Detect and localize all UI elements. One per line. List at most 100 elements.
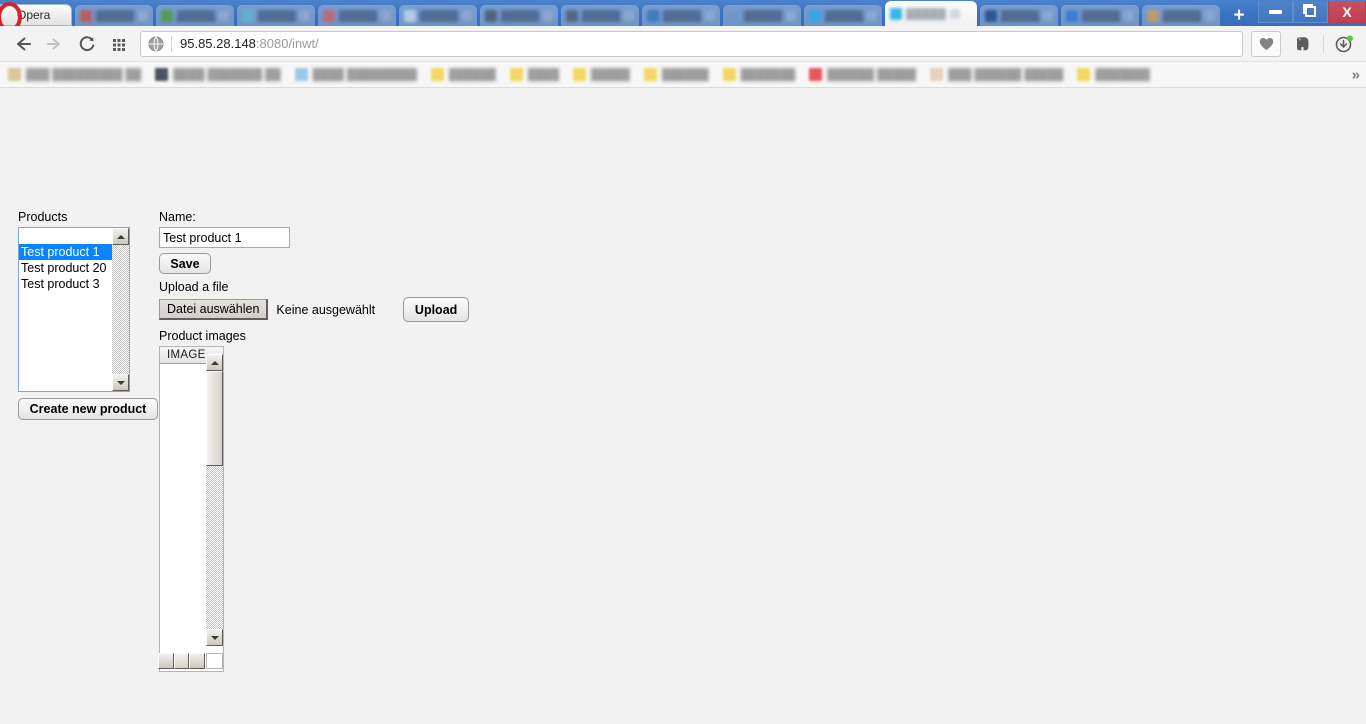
tab-title: █████ [420,9,458,22]
maximize-button[interactable] [1293,1,1328,23]
browser-tab[interactable]: ███████ [480,5,558,26]
address-bar[interactable]: 95.85.28.148:8080/inwt/ [140,30,1243,57]
arrow-up-icon [210,360,219,365]
images-vertical-scrollbar[interactable] [206,354,223,646]
tab-close-icon[interactable] [867,10,877,21]
new-tab-button[interactable]: + [1226,4,1252,26]
product-list-item[interactable]: Test product 1 [19,244,112,260]
tab-close-icon[interactable] [300,10,310,21]
scroll-track[interactable] [112,245,129,374]
products-list[interactable]: Test product 1 Test product 20 Test produc… [19,228,112,391]
scroll-up-button[interactable] [112,228,129,245]
browser-tab[interactable]: ██████ [980,5,1058,26]
bookmark-item[interactable]: ██████ [643,65,709,85]
images-horizontal-scrollbar[interactable] [158,653,205,669]
tab-close-icon[interactable] [138,10,148,21]
bookmark-item[interactable]: ██████ [431,65,496,85]
tab-title: ███████ [1163,9,1201,22]
tab-favicon-icon [890,7,902,20]
tab-favicon-icon [1147,9,1159,22]
upload-button[interactable]: Upload [403,297,470,322]
tab-close-icon[interactable] [1043,10,1053,21]
tab-close-icon[interactable] [705,10,715,21]
tab-close-icon[interactable] [219,10,229,21]
product-list-item[interactable] [19,228,112,244]
reload-button[interactable] [72,29,102,59]
product-list-item[interactable]: Test product 3 [19,276,112,292]
tab-title: █████ [1082,9,1120,22]
arrow-down-icon [116,380,125,385]
bookmark-item[interactable]: ████ [509,65,559,85]
apps-grid-button[interactable] [104,29,134,59]
evernote-button[interactable] [1289,30,1317,58]
images-scroll-down-button[interactable] [206,629,223,646]
browser-tab[interactable]: █████ [399,5,477,26]
minimize-button[interactable] [1258,1,1293,23]
products-listbox[interactable]: Test product 1 Test product 20 Test produc… [18,227,130,392]
bookmark-heart-button[interactable] [1251,30,1281,57]
page-content: Products Test product 1 Test product 20 Te… [0,96,1366,724]
products-list-scrollbar[interactable] [112,228,129,391]
images-scroll-right-button[interactable] [189,653,205,669]
browser-tab[interactable]: ██████ [804,5,882,26]
bookmark-item[interactable]: ███ ██████ █████ [930,65,1063,85]
create-new-product-button[interactable]: Create new product [18,398,158,420]
images-scrollbar-corner [206,653,223,669]
close-button[interactable]: X [1328,1,1366,23]
product-name-input[interactable] [159,227,290,248]
tab-close-icon[interactable] [381,10,391,21]
tab-close-icon[interactable] [786,10,796,21]
page-icon [155,68,169,81]
bookmarks-overflow-button[interactable]: » [1352,66,1360,83]
tab-favicon-icon [80,9,92,22]
product-list-item[interactable]: Test product 20 [19,260,112,276]
downloads-button[interactable] [1330,30,1358,58]
bookmark-label: █████ [591,68,630,81]
opera-menu-button[interactable]: Opera [0,2,72,26]
images-scroll-track[interactable] [206,466,223,629]
tab-close-icon[interactable] [1205,10,1215,21]
tab-close-icon[interactable] [949,8,960,19]
browser-tab-active[interactable]: █████ [885,1,977,26]
browser-tab[interactable]: ██████ [318,5,396,26]
page-icon [8,68,21,81]
bookmark-item[interactable]: ████ █████████ [294,65,417,85]
images-hscroll-thumb[interactable] [174,653,189,669]
back-arrow-icon [17,37,31,50]
bookmark-item[interactable]: ██████ █████ [809,65,916,85]
bookmark-label: ███ █████████ ██ [26,68,142,81]
save-button[interactable]: Save [159,253,211,274]
page-icon [809,68,823,81]
maximize-icon [1303,4,1316,17]
browser-tab[interactable]: ████████ [723,5,801,26]
images-scroll-up-button[interactable] [206,354,223,371]
bookmark-item[interactable]: ████ ███████ ██ [155,65,281,85]
tab-title: ██████ [339,9,377,22]
forward-button[interactable] [40,29,70,59]
back-button[interactable] [8,29,38,59]
folder-icon [1077,68,1091,81]
browser-tab[interactable]: ████████ [237,5,315,26]
bookmark-item[interactable]: █████ [573,65,630,85]
tab-title: ███████ [501,9,539,22]
bookmark-item[interactable]: ███████ [722,65,795,85]
bookmark-item[interactable]: ███ █████████ ██ [8,65,141,85]
browser-tab[interactable]: ███████ [1142,5,1220,26]
bookmark-label: ████ ███████ ██ [173,68,281,81]
browser-tab[interactable]: ███████ [642,5,720,26]
browser-tab[interactable]: ██████ [75,5,153,26]
images-scroll-thumb[interactable] [206,371,223,466]
tab-close-icon[interactable] [462,10,472,21]
file-choose-button[interactable]: Datei auswählen [159,299,269,320]
tab-title: █████ [906,7,946,20]
scroll-down-button[interactable] [112,374,129,391]
tab-close-icon[interactable] [624,10,634,21]
browser-tab[interactable]: ███████ [156,5,234,26]
tab-close-icon[interactable] [543,10,553,21]
images-scroll-frame [158,354,224,670]
bookmark-item[interactable]: ███████ [1077,65,1150,85]
browser-tab[interactable]: █████ [1061,5,1139,26]
images-scroll-left-button[interactable] [158,653,174,669]
browser-tab[interactable]: ██████ [561,5,639,26]
tab-close-icon[interactable] [1124,10,1134,21]
